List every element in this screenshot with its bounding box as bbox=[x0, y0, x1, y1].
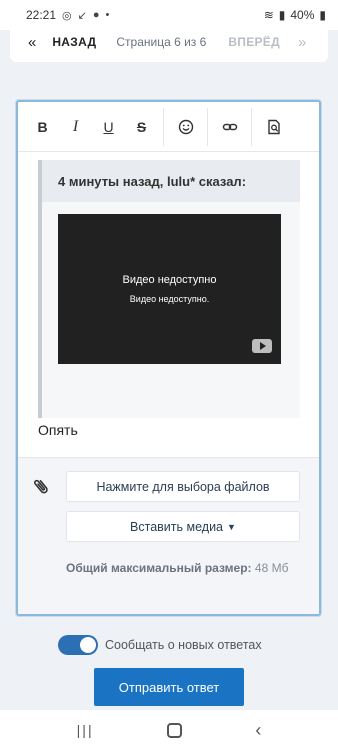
pagination-bar: « НАЗАД Страница 6 из 6 ВПЕРЁД » bbox=[10, 22, 328, 62]
instagram-icon: ◎ bbox=[62, 9, 72, 22]
battery-level: 40% bbox=[290, 8, 315, 22]
max-size-value: 48 Мб bbox=[254, 561, 289, 575]
missed-call-icon: ↙ bbox=[77, 9, 87, 22]
choose-files-label: Нажмите для выбора файлов bbox=[96, 479, 270, 494]
toolbar-divider bbox=[207, 107, 208, 146]
notify-toggle[interactable] bbox=[58, 635, 98, 655]
video-subtitle: Видео недоступно. bbox=[129, 294, 210, 304]
battery-icon: ▮ bbox=[319, 8, 326, 22]
more-notifications-icon: • bbox=[105, 9, 110, 21]
preview-icon[interactable] bbox=[257, 102, 290, 152]
reply-editor[interactable]: B I U S 4 минуты назад, lulu* сказал: Ви… bbox=[16, 100, 321, 616]
italic-button[interactable]: I bbox=[59, 102, 92, 152]
insert-media-button[interactable]: Вставить медиа ▼ bbox=[66, 511, 300, 542]
page-info[interactable]: Страница 6 из 6 bbox=[116, 35, 206, 49]
recent-apps-icon[interactable]: ||| bbox=[77, 722, 94, 738]
notify-label[interactable]: Сообщать о новых ответах bbox=[105, 638, 262, 652]
back-icon[interactable]: ‹ bbox=[255, 720, 261, 741]
attachments-area: Нажмите для выбора файлов Вставить медиа… bbox=[18, 457, 319, 614]
next-page-button: ВПЕРЁД bbox=[228, 35, 280, 49]
quote-block: 4 минуты назад, lulu* сказал: Видео недо… bbox=[38, 160, 300, 418]
choose-files-button[interactable]: Нажмите для выбора файлов bbox=[66, 471, 300, 502]
underline-button[interactable]: U bbox=[92, 102, 125, 152]
youtube-icon[interactable] bbox=[252, 339, 272, 353]
signal-icon: ▮ bbox=[278, 8, 286, 22]
status-time: 22:21 bbox=[26, 8, 57, 22]
wifi-icon: ≋ bbox=[263, 8, 274, 22]
notify-option: Сообщать о новых ответах bbox=[58, 635, 262, 655]
embedded-video[interactable]: Видео недоступно Видео недоступно. bbox=[58, 214, 281, 364]
paperclip-icon bbox=[28, 473, 58, 504]
video-title: Видео недоступно bbox=[122, 274, 217, 286]
insert-media-label: Вставить медиа bbox=[130, 519, 224, 534]
home-icon[interactable] bbox=[166, 722, 182, 738]
max-size-label: Общий максимальный размер: bbox=[66, 561, 252, 575]
prev-page-button[interactable]: НАЗАД bbox=[52, 35, 96, 49]
toggle-knob bbox=[80, 637, 96, 653]
caret-down-icon: ▼ bbox=[227, 521, 236, 532]
bold-button[interactable]: B bbox=[26, 102, 59, 152]
max-size-info: Общий максимальный размер: 48 Мб bbox=[66, 558, 300, 578]
link-icon[interactable] bbox=[213, 102, 246, 152]
strikethrough-button[interactable]: S bbox=[125, 102, 158, 152]
system-nav-bar: ||| ‹ bbox=[0, 710, 338, 750]
emoji-icon[interactable] bbox=[169, 102, 202, 152]
app-notification-icon: ● bbox=[92, 9, 100, 21]
last-page-icon: » bbox=[298, 33, 307, 51]
toolbar-divider bbox=[163, 107, 164, 146]
submit-reply-button[interactable]: Отправить ответ bbox=[94, 668, 244, 706]
editor-toolbar: B I U S bbox=[18, 102, 319, 152]
reply-text[interactable]: Опять bbox=[38, 422, 78, 438]
quote-header: 4 минуты назад, lulu* сказал: bbox=[42, 160, 300, 202]
toolbar-divider bbox=[251, 107, 252, 146]
first-page-icon[interactable]: « bbox=[28, 34, 36, 51]
